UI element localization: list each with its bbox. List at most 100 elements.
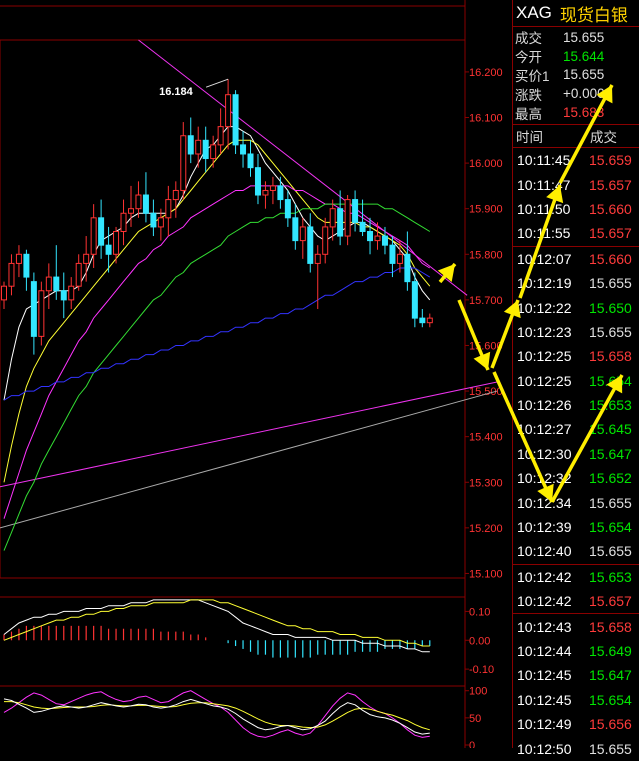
candle-body bbox=[254, 167, 261, 196]
candle-body bbox=[262, 189, 269, 196]
tick-row: 10:12:45 15.654 bbox=[513, 688, 639, 712]
quote-value: 15.683 bbox=[563, 105, 605, 121]
tick-price: 15.653 bbox=[589, 568, 632, 585]
moving-average-line bbox=[3, 126, 431, 401]
candle-body bbox=[314, 253, 321, 264]
tick-time: 10:12:32 bbox=[517, 470, 572, 487]
candle-body bbox=[225, 94, 232, 128]
macd-tick-label: -0.10 bbox=[469, 664, 494, 676]
tick-price: 15.645 bbox=[589, 421, 632, 438]
tick-time: 10:12:23 bbox=[517, 323, 572, 340]
candle-body bbox=[83, 253, 90, 264]
candle-body bbox=[45, 276, 52, 292]
candle-body bbox=[307, 226, 314, 264]
tick-row: 10:12:42 15.657 bbox=[513, 589, 639, 613]
candle-body bbox=[30, 281, 37, 337]
macd-dif-line bbox=[3, 599, 430, 653]
candle-body bbox=[195, 139, 202, 155]
tick-time: 10:12:25 bbox=[517, 348, 572, 365]
tick-row: 10:11:47 15.657 bbox=[513, 172, 639, 196]
tick-time: 10:11:47 bbox=[517, 176, 571, 193]
quote-label: 涨跌 bbox=[515, 87, 542, 103]
tick-row: 10:12:34 15.655 bbox=[513, 490, 639, 514]
candle-body bbox=[247, 153, 254, 169]
chart-svg: 16.200 16.100 16.000 15.900 15.800 15.700 15.6… bbox=[0, 0, 503, 748]
candle-body bbox=[135, 194, 142, 210]
candle-body bbox=[404, 253, 411, 283]
tick-row: 10:12:30 15.647 bbox=[513, 442, 639, 466]
chart-area[interactable]: 16.200 16.100 16.000 15.900 15.800 15.700 15.6… bbox=[0, 0, 512, 748]
tick-time: 10:12:27 bbox=[517, 421, 572, 438]
main-panel-frame bbox=[0, 39, 466, 579]
candle-body bbox=[68, 285, 75, 301]
tick-list[interactable]: 10:11:45 15.659 10:11:47 15.657 10:11:50 15.6… bbox=[513, 148, 639, 761]
tick-time: 10:12:19 bbox=[517, 275, 572, 292]
tick-time: 10:12:07 bbox=[517, 250, 572, 267]
candle-body bbox=[232, 94, 239, 146]
tick-time: 10:12:45 bbox=[517, 667, 572, 684]
tick-price: 15.655 bbox=[589, 275, 632, 292]
quote-row-bid: 买价1 15.655 bbox=[513, 66, 639, 85]
tick-price: 15.657 bbox=[589, 593, 632, 610]
candle-body bbox=[210, 144, 217, 160]
candle-body bbox=[60, 290, 67, 301]
macd-tick-label: 0.00 bbox=[469, 635, 490, 647]
candle-body bbox=[419, 317, 426, 324]
symbol-name: 现货白银 bbox=[559, 5, 628, 25]
quote-label: 最高 bbox=[515, 106, 542, 122]
price-tick-label: 15.300 bbox=[469, 477, 503, 489]
quote-value: 15.644 bbox=[563, 48, 605, 64]
candle-body bbox=[411, 281, 418, 319]
candle-body bbox=[75, 262, 82, 287]
candle-body bbox=[8, 262, 15, 287]
tick-row: 10:12:25 15.658 bbox=[513, 344, 639, 368]
quote-value: 15.655 bbox=[563, 67, 605, 83]
candle-body bbox=[284, 199, 291, 219]
candle-body bbox=[217, 126, 224, 146]
candle-body bbox=[53, 276, 60, 292]
quote-label: 买价1 bbox=[515, 69, 550, 84]
tick-time: 10:11:55 bbox=[517, 225, 571, 242]
tick-row: 10:12:44 15.649 bbox=[513, 639, 639, 663]
candle-body bbox=[344, 199, 351, 237]
tick-row: 10:12:23 15.655 bbox=[513, 320, 639, 344]
candle-body bbox=[426, 317, 433, 324]
price-tick-label: 16.000 bbox=[469, 158, 503, 170]
quote-row-open: 今开 15.644 bbox=[513, 47, 639, 66]
macd-tick-label: 0.10 bbox=[469, 606, 490, 618]
tick-price: 15.660 bbox=[589, 200, 632, 217]
tick-row: 10:12:22 15.650 bbox=[513, 295, 639, 319]
candle-body bbox=[337, 208, 344, 237]
kdj-tick-label: 50 bbox=[469, 713, 481, 725]
moving-average-line bbox=[3, 185, 431, 519]
tick-row: 10:12:43 15.658 bbox=[513, 613, 639, 638]
quote-row-high: 最高 15.683 bbox=[513, 103, 639, 122]
tick-price: 15.658 bbox=[589, 348, 632, 365]
ticks-header: 时间 成交 bbox=[513, 125, 639, 148]
tick-time: 10:12:26 bbox=[517, 397, 572, 414]
tick-row: 10:12:27 15.645 bbox=[513, 417, 639, 441]
price-tick-label: 15.400 bbox=[469, 432, 503, 444]
tick-price: 15.657 bbox=[589, 176, 632, 193]
candle-body bbox=[105, 244, 112, 255]
long-ma-line bbox=[0, 381, 498, 488]
tick-price: 15.655 bbox=[589, 494, 632, 511]
candle-body bbox=[23, 253, 30, 278]
price-tick-label: 15.600 bbox=[469, 340, 503, 352]
tick-price: 15.659 bbox=[589, 152, 632, 169]
candle-body bbox=[322, 226, 329, 255]
quote-value: +0.000 bbox=[563, 86, 605, 102]
price-tick-label: 15.700 bbox=[469, 295, 503, 307]
price-tick-label: 15.900 bbox=[469, 204, 503, 216]
tick-row: 10:12:19 15.655 bbox=[513, 271, 639, 295]
tick-price: 15.652 bbox=[589, 470, 632, 487]
tick-time: 10:12:40 bbox=[517, 543, 572, 560]
quote-panel: XAG 现货白银 成交 15.655 今开 15.644 买价1 15.655 涨跌 +… bbox=[512, 0, 639, 757]
candle-body bbox=[381, 235, 388, 246]
price-tick-label: 15.100 bbox=[469, 568, 503, 580]
tick-time: 10:11:50 bbox=[517, 200, 571, 217]
candle-body bbox=[165, 199, 172, 219]
tick-row: 10:12:45 15.647 bbox=[513, 663, 639, 687]
candle-body bbox=[142, 194, 149, 214]
tick-price: 15.654 bbox=[589, 372, 632, 389]
